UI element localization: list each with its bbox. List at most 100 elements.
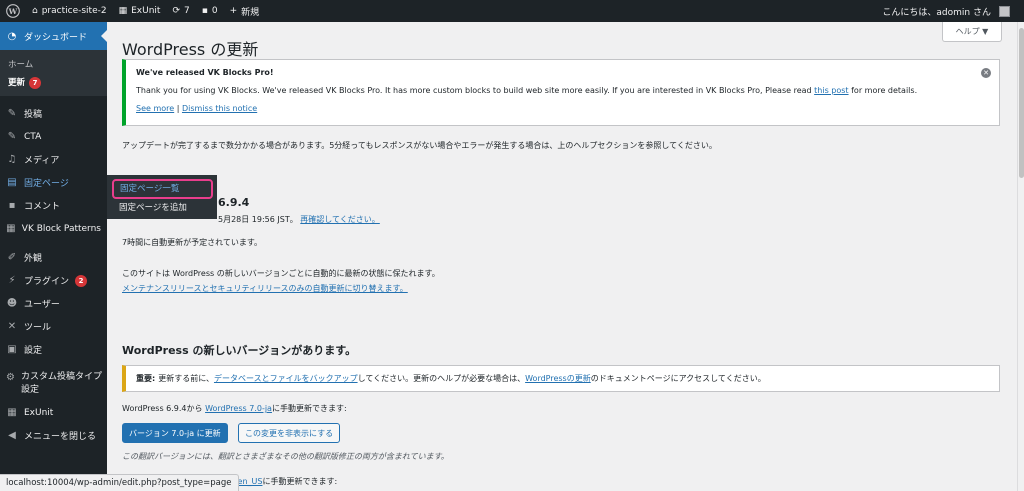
sidebar-item-dashboard[interactable]: ◔ ダッシュボード (0, 22, 107, 50)
submenu-home[interactable]: ホーム (0, 56, 107, 74)
comment-icon: ▪ (8, 200, 16, 211)
wordpress-logo-icon[interactable]: W (0, 0, 26, 22)
admin-sidebar: ◔ ダッシュボード ホーム 更新 7 ✎ 投稿 ✎ CTA ♫ メディア ▤ 固定ページ … (0, 22, 107, 491)
notice-links: See more | Dismiss this notice (136, 104, 989, 113)
backup-warning-notice: 重要: 更新する前に、 データベースとファイルをバックアップ してください。更新のヘ… (122, 365, 1000, 392)
last-checked-text: 5月28日 19:56 JST。 再確認してください。 (218, 214, 380, 225)
warning-label: 重要: (136, 374, 156, 383)
wrench-icon: ✕ (7, 321, 17, 332)
sidebar-item-media[interactable]: ♫ メディア (0, 148, 107, 171)
my-account-link[interactable]: こんにちは、adomin さん (876, 0, 1024, 22)
hide-update-button[interactable]: この変更を非表示にする (238, 423, 341, 443)
switch-auto-update-link[interactable]: メンテナンスリリースとセキュリティリリースのみの自動更新に切り替えます。 (122, 284, 408, 293)
gear-icon: ⚙ (6, 371, 15, 383)
sidebar-item-label: 固定ページ (24, 179, 69, 189)
main-content: ヘルプ ▼ WordPress の更新 We've released VK Bl… (107, 22, 1017, 491)
collapse-arrow-icon: ◀ (8, 430, 16, 441)
custom-post-label-line1: カスタム投稿タイプ (20, 372, 102, 382)
manual-update-prefix: WordPress 6.9.4から (122, 404, 206, 413)
site-name-link[interactable]: ⌂ practice-site-2 (26, 0, 113, 22)
updates-badge: 7 (29, 77, 42, 89)
sidebar-item-comments[interactable]: ▪ コメント (0, 194, 107, 217)
sidebar-item-label: ダッシュボード (24, 32, 88, 43)
update-now-button[interactable]: バージョン 7.0-ja に更新 (122, 423, 228, 443)
updates-link[interactable]: ⟳ 7 (166, 0, 195, 22)
sidebar-item-tools[interactable]: ✕ ツール (0, 315, 107, 338)
sidebar-item-label: メニューを閉じる (24, 432, 97, 442)
grid-icon: ▦ (6, 223, 16, 234)
plugins-badge: 2 (75, 274, 88, 287)
new-content-link[interactable]: + 新規 (224, 0, 266, 22)
exunit-icon: ▦ (118, 6, 128, 16)
sidebar-item-label: カスタム投稿タイプ 設定 (21, 371, 102, 397)
help-label: ヘルプ ▼ (955, 27, 989, 36)
notice-title: We've released VK Blocks Pro! (136, 68, 274, 77)
new-version-heading: WordPress の新しいバージョンがあります。 (122, 344, 357, 357)
sidebar-item-label: 外観 (24, 254, 43, 264)
sidebar-item-custom-post-type[interactable]: ⚙ カスタム投稿タイプ 設定 (0, 367, 107, 401)
sidebar-item-cta[interactable]: ✎ CTA (0, 125, 107, 148)
submenu-updates[interactable]: 更新 7 (0, 74, 107, 92)
greeting-text: こんにちは、adomin さん (882, 7, 991, 18)
sidebar-item-label: 設定 (24, 346, 43, 356)
plugin-icon: ⚡ (8, 275, 16, 286)
last-checked-date: 5月28日 19:56 JST。 (218, 215, 298, 224)
sidebar-item-settings[interactable]: ▣ 設定 (0, 338, 107, 361)
sidebar-item-vk-block-patterns[interactable]: ▦ VK Block Patterns (0, 217, 107, 240)
brush-icon: ✐ (7, 252, 17, 263)
pin-icon: ✎ (7, 131, 17, 142)
sidebar-item-plugins[interactable]: ⚡ プラグイン 2 (0, 269, 107, 292)
sidebar-item-label: プラグイン (24, 277, 70, 287)
flyout-item-all-pages[interactable]: 固定ページ一覧 (112, 179, 213, 199)
home-icon: ⌂ (32, 6, 38, 16)
recheck-link[interactable]: 再確認してください。 (300, 215, 380, 224)
auto-update-scheduled-text: 7時間に自動更新が予定されています。 (122, 238, 263, 247)
site-name-label: practice-site-2 (41, 6, 107, 16)
sidebar-item-appearance[interactable]: ✐ 外観 (0, 246, 107, 269)
warning-text: してください。更新のヘルプが必要な場合は、 (357, 374, 526, 383)
update-intro-text: アップデートが完了するまで数分かかる場合があります。5分経ってもレスポンスがない… (122, 141, 717, 150)
wordpress-update-docs-link[interactable]: WordPressの更新 (525, 373, 591, 384)
notice-text-end: for more details. (848, 86, 918, 95)
vk-blocks-notice: We've released VK Blocks Pro! Thank you … (122, 59, 1000, 126)
sidebar-item-pages[interactable]: ▤ 固定ページ (0, 171, 107, 194)
current-version-heading: 6.9.4 (218, 196, 250, 209)
dismiss-notice-link[interactable]: Dismiss this notice (182, 104, 257, 113)
refresh-icon: ⟳ (172, 6, 180, 16)
sidebar-item-label: 投稿 (24, 110, 43, 120)
page-icon: ▤ (7, 177, 17, 188)
flyout-item-add-page[interactable]: 固定ページを追加 (107, 199, 217, 217)
sidebar-item-exunit[interactable]: ▦ ExUnit (0, 401, 107, 424)
avatar (999, 5, 1010, 17)
exunit-link[interactable]: ▦ ExUnit (113, 0, 167, 22)
dashboard-submenu: ホーム 更新 7 (0, 50, 107, 96)
scrollbar-thumb[interactable] (1019, 28, 1024, 178)
browser-status-bar: localhost:10004/wp-admin/edit.php?post_t… (0, 474, 239, 491)
exunit-icon: ▦ (7, 407, 17, 418)
this-post-link[interactable]: this post (814, 86, 848, 95)
pin-icon: ✎ (7, 108, 17, 119)
translation-note: この翻訳バージョンには、翻訳とさまざまなその他の翻訳版修正の両方が含まれています… (122, 452, 449, 461)
submenu-label: ホーム (8, 60, 34, 70)
link-separator: | (174, 104, 182, 113)
collapse-menu-button[interactable]: ◀ メニューを閉じる (0, 424, 107, 447)
sidebar-item-users[interactable]: ☻ ユーザー (0, 292, 107, 315)
settings-icon: ▣ (7, 344, 17, 355)
manual-update-text: WordPress 6.9.4から WordPress 7.0-jaに手動更新で… (122, 403, 347, 414)
page-scrollbar[interactable] (1017, 22, 1024, 491)
sidebar-item-label: CTA (24, 131, 42, 142)
sidebar-item-posts[interactable]: ✎ 投稿 (0, 102, 107, 125)
backup-link[interactable]: データベースとファイルをバックアップ (214, 373, 358, 384)
new-label: 新規 (241, 7, 260, 18)
sidebar-item-label: ExUnit (24, 407, 54, 418)
updates-count: 7 (184, 6, 190, 16)
wordpress-ja-link[interactable]: WordPress 7.0-ja (205, 404, 272, 413)
sidebar-item-label: メディア (24, 156, 60, 166)
manual-update-en-suffix: に手動更新できます: (262, 477, 338, 486)
help-tab-button[interactable]: ヘルプ ▼ (942, 22, 1002, 42)
dismiss-notice-icon[interactable]: ✕ (981, 68, 991, 78)
custom-post-label-line2: 設定 (20, 385, 39, 395)
see-more-link[interactable]: See more (136, 104, 174, 113)
page-title: WordPress の更新 (122, 40, 259, 59)
comments-link[interactable]: ▪ 0 (196, 0, 224, 22)
